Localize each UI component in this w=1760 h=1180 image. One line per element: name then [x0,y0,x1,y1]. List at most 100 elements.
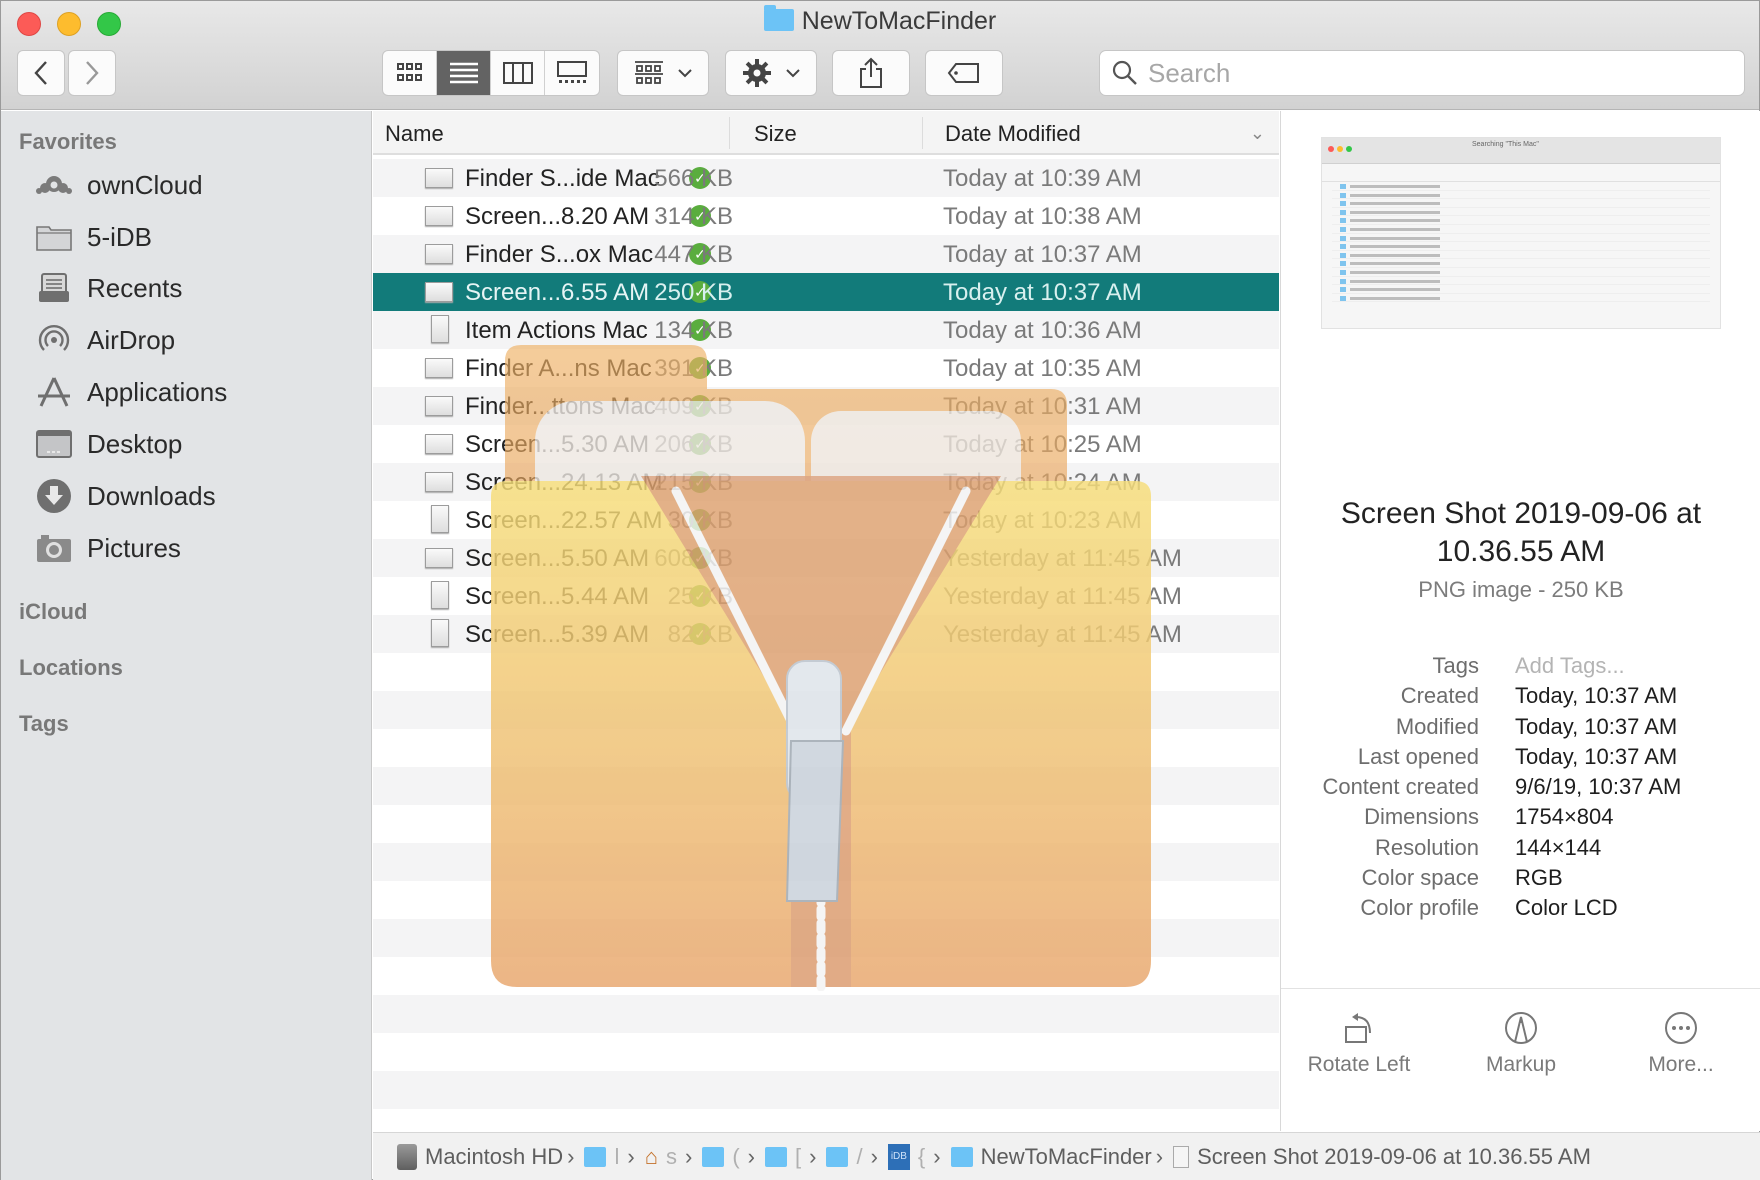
column-header-date-modified[interactable]: Date Modified [945,121,1081,147]
sidebar-item-downloads[interactable]: Downloads [35,476,216,516]
column-view-button[interactable] [491,51,545,95]
tags-button[interactable] [925,50,1003,96]
chevron-down-icon [678,69,692,78]
markup-button[interactable]: Markup [1451,1011,1591,1077]
file-name: Screen...22.57 AM [465,507,663,534]
image-file-icon [425,548,453,568]
path-separator-icon: › [747,1144,755,1169]
list-view-icon [449,62,478,84]
thumbnail-min-dot [1337,146,1343,152]
file-row[interactable]: Screen...5.39 AM ✓ 82 KB Yesterday at 11:45… [373,615,1279,653]
forward-button[interactable] [68,50,116,96]
path-crumb[interactable]: iDB {› [887,1144,951,1170]
icon-view-button[interactable] [383,51,437,95]
search-input[interactable] [1148,57,1708,89]
file-row[interactable]: Finder S...ide Mac ✓ 566 KB Today at 10:39 … [373,159,1279,197]
metadata-row: Created Today, 10:37 AM [1281,683,1760,713]
path-crumb[interactable]: Macintosh HD › [397,1144,584,1170]
back-button[interactable] [17,50,65,96]
file-row[interactable]: Finder...ttons Mac ✓ 409 KB Today at 10:31 … [373,387,1279,425]
more-button[interactable]: More... [1611,1011,1751,1077]
more-icon [1665,1012,1697,1044]
preview-thumbnail[interactable]: Searching "This Mac" [1321,137,1721,329]
path-crumb[interactable]: / › [826,1144,887,1170]
path-crumb[interactable]: l › [584,1144,644,1170]
markup-label: Markup [1485,1053,1557,1076]
path-crumb[interactable]: NewToMacFinder › [950,1144,1174,1170]
share-button[interactable] [832,50,910,96]
group-by-button[interactable] [617,50,709,96]
sidebar-section-tags[interactable]: Tags [19,711,69,737]
idb-folder-icon: iDB [887,1144,910,1170]
metadata-row: Dimensions 1754×804 [1281,804,1760,834]
file-row[interactable]: Finder A...ns Mac ✓ 391 KB Today at 10:35 A… [373,349,1279,387]
thumbnail-row [1332,216,1710,225]
column-separator[interactable] [729,117,730,149]
file-row[interactable]: Screen...5.50 AM ✓ 608 KB Yesterday at 11:4… [373,539,1279,577]
metadata-value: 144×144 [1515,834,1602,860]
file-row[interactable]: Screen...8.20 AM ✓ 314 KB Today at 10:38 AM [373,197,1279,235]
file-row[interactable]: Screen...24.13 AM ✓ 215 KB Today at 10:24 A… [373,463,1279,501]
thumbnail-row [1332,268,1710,277]
path-crumb[interactable]: (› [702,1144,765,1170]
empty-row [373,691,1279,729]
metadata-row: Resolution 144×144 [1281,835,1760,865]
finder-window: NewToMacFinder Search Favorites ownCloud… [0,0,1760,1180]
sidebar-item-label: Recents [87,272,183,303]
metadata-row: Modified Today, 10:37 AM [1281,714,1760,744]
path-crumb-truncated: [ [794,1144,802,1169]
sidebar-item-airdrop[interactable]: AirDrop [35,320,175,360]
rotate-left-button[interactable]: Rotate Left [1289,1011,1429,1077]
thumbnail-title: Searching "This Mac" [1472,141,1539,148]
path-crumb[interactable]: Screen Shot 2019-09-06 at 10.36.55 AM [1173,1144,1591,1170]
sidebar-item-5-idb[interactable]: 5-iDB [35,217,152,257]
sidebar-item-recents[interactable]: Recents [35,268,182,308]
folder-icon [826,1147,849,1167]
search-field[interactable] [1099,50,1745,96]
sidebar-item-label: Downloads [87,480,216,511]
file-row[interactable]: Screen...5.44 AM ✓ 25 KB Yesterday at 11:45… [373,577,1279,615]
path-separator-icon: › [809,1144,817,1169]
file-row[interactable]: Screen...5.30 AM ✓ 206 KB Today at 10:25 AM [373,425,1279,463]
action-menu-button[interactable] [725,50,817,96]
window-title: NewToMacFinder [1,5,1759,36]
gallery-view-button[interactable] [545,51,599,95]
file-name: Screen...5.39 AM [465,621,650,648]
path-crumb[interactable]: [› [764,1144,826,1170]
file-name: Finder S...ox Mac [465,241,654,268]
gallery-view-icon [557,61,587,83]
icon-view-icon [396,63,422,81]
column-header-size[interactable]: Size [754,121,797,147]
column-header: Name Size Date Modified ⌄ [373,111,1279,155]
list-view-button[interactable] [437,51,491,95]
metadata-row: Content created 9/6/19, 10:37 AM [1281,774,1760,804]
thumbnail-row [1332,234,1710,243]
path-separator-icon: › [627,1144,635,1169]
markup-icon [1505,1012,1537,1044]
column-separator[interactable] [922,117,923,149]
document-icon [1173,1146,1190,1168]
add-tags-field[interactable]: Add Tags... [1515,653,1625,679]
column-header-name[interactable]: Name [385,121,444,147]
file-size: 134 KB [654,317,733,344]
sidebar-section-locations[interactable]: Locations [19,655,123,681]
sidebar-item-owncloud[interactable]: ownCloud [35,165,203,205]
file-size: 314 KB [654,203,733,230]
sidebar-item-applications[interactable]: Applications [35,372,227,412]
file-row[interactable]: Item Actions Mac ✓ 134 KB Today at 10:36 AM [373,311,1279,349]
path-crumb-truncated: { [917,1144,926,1169]
path-crumb[interactable]: ⌂ s › [645,1144,703,1170]
file-name: Finder S...ide Mac [465,165,660,192]
desktop-icon [35,427,73,461]
image-file-icon [431,505,449,533]
metadata-value: Today, 10:37 AM [1515,743,1678,769]
sidebar-item-pictures[interactable]: Pictures [35,528,181,568]
file-row[interactable]: Finder S...ox Mac ✓ 447 KB Today at 10:37 A… [373,235,1279,273]
sort-chevron-icon[interactable]: ⌄ [1250,123,1265,144]
sidebar-item-desktop[interactable]: Desktop [35,424,182,464]
file-row[interactable]: Screen...6.55 AM ✓ 250 KB Today at 10:37 AM [373,273,1279,311]
sidebar-section-icloud[interactable]: iCloud [19,599,87,625]
gear-icon [743,59,771,87]
file-row[interactable]: Screen...22.57 AM ✓ 30 KB Today at 10:23 AM [373,501,1279,539]
folder-icon [702,1147,725,1167]
